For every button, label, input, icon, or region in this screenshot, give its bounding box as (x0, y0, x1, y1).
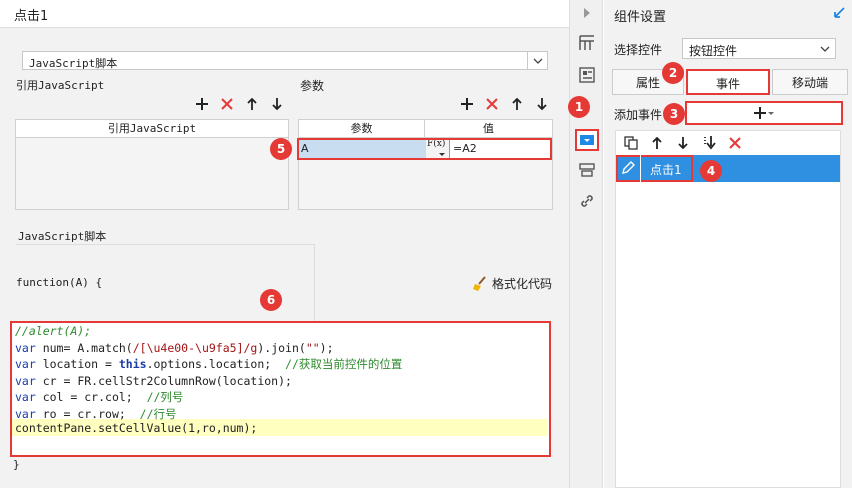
ref-js-label: 引用JavaScript (16, 79, 105, 92)
arrow-down-icon[interactable] (676, 135, 690, 151)
delete-icon[interactable] (220, 96, 234, 112)
vertical-toolbar (569, 0, 603, 488)
arrow-up-icon[interactable] (510, 96, 524, 112)
badge-1: 1 (568, 96, 590, 118)
arrow-up-icon[interactable] (245, 96, 259, 112)
panel-title: 组件设置 (614, 10, 667, 25)
hyperlink-icon[interactable] (578, 192, 596, 210)
params-table: 参数 值 (298, 119, 553, 210)
param-column-header: 参数 (299, 120, 425, 138)
arrow-down-icon[interactable] (535, 96, 549, 112)
layout-icon[interactable] (578, 161, 596, 179)
collapse-arrow-icon[interactable] (578, 4, 596, 22)
edit-icon[interactable] (620, 160, 636, 179)
tab-events[interactable]: 事件 (686, 69, 770, 95)
badge-3: 3 (663, 103, 685, 125)
highlight-box-6 (10, 321, 551, 457)
badge-4: 4 (700, 160, 722, 182)
badge-2: 2 (662, 62, 684, 84)
params-label: 参数 (300, 79, 325, 93)
move-bottom-icon[interactable] (702, 135, 716, 151)
add-event-button[interactable] (685, 101, 843, 125)
event-item-label: 点击1 (650, 163, 682, 177)
delete-icon[interactable] (728, 135, 742, 151)
arrow-down-icon[interactable] (270, 96, 284, 112)
plus-icon[interactable] (195, 96, 209, 112)
function-signature: function(A) { (16, 276, 103, 289)
widget-settings-panel: 组件设置 选择控件 按钮控件 属性 事件 移动端 2 添加事件 3 点击1 4 (604, 0, 852, 488)
plus-icon[interactable] (460, 96, 474, 112)
plus-icon (754, 107, 774, 119)
ref-js-table: 引用JavaScript (15, 119, 289, 210)
arrow-up-icon[interactable] (650, 135, 664, 151)
script-type-select[interactable]: JavaScript脚本 (22, 51, 548, 70)
delete-icon[interactable] (485, 96, 499, 112)
pin-icon[interactable] (832, 6, 846, 23)
select-widget-label: 选择控件 (614, 43, 663, 57)
closing-brace: } (13, 458, 20, 471)
format-code-button[interactable]: 格式化代码 (472, 275, 552, 292)
broom-icon (472, 275, 488, 292)
copy-icon[interactable] (624, 135, 638, 151)
widget-type-select[interactable]: 按钮控件 (682, 38, 836, 59)
value-column-header: 值 (425, 120, 552, 138)
cell-grid-icon[interactable] (578, 34, 596, 52)
left-editor-panel: 点击1 JavaScript脚本 引用JavaScript 参数 引用JavaS… (0, 0, 569, 488)
editor-title-bar: 点击1 (0, 0, 569, 28)
highlight-box-5 (297, 138, 552, 160)
chevron-down-icon (815, 39, 835, 58)
script-section-label: JavaScript脚本 (18, 230, 107, 243)
badge-6: 6 (260, 289, 282, 311)
ref-js-column-header: 引用JavaScript (16, 120, 288, 138)
event-list (615, 130, 841, 488)
page-title: 点击1 (14, 9, 49, 24)
tab-mobile[interactable]: 移动端 (772, 69, 848, 95)
widget-settings-button[interactable] (575, 129, 599, 151)
chevron-down-icon (527, 52, 547, 69)
badge-5: 5 (270, 138, 292, 160)
add-event-label: 添加事件 (614, 108, 663, 122)
divider (640, 155, 641, 182)
cell-attr-icon[interactable] (578, 66, 596, 84)
